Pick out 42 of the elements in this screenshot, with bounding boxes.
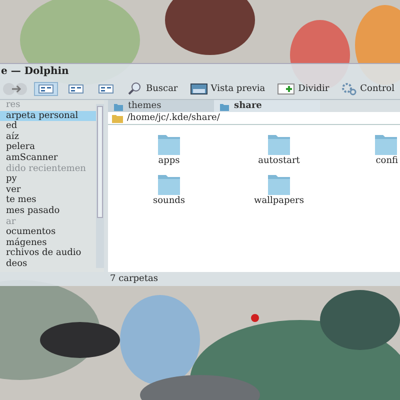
preview-button[interactable]: Vista previa (186, 83, 268, 95)
preview-icon (190, 83, 208, 95)
places-item[interactable]: mágenes (0, 238, 96, 248)
places-item[interactable]: te mes (0, 195, 96, 206)
vertical-scrollbar[interactable] (96, 104, 104, 268)
places-item[interactable]: ed (0, 121, 96, 132)
places-item[interactable]: amScanner (0, 152, 96, 164)
folder-name[interactable]: wallpapers (254, 196, 304, 206)
control-button[interactable]: Control (338, 82, 398, 96)
split-view-icon (277, 83, 296, 95)
window-title: e — Dolphin (0, 65, 70, 79)
folder-name[interactable]: sounds (152, 196, 185, 206)
search-button[interactable]: Buscar (124, 82, 181, 96)
back-forward-icon[interactable] (2, 82, 28, 96)
places-item[interactable]: rchivos de audio (0, 248, 96, 259)
folder-icon[interactable] (157, 173, 181, 195)
status-text: 7 carpetas (109, 273, 159, 286)
places-item[interactable]: py (0, 174, 96, 185)
tab[interactable]: themes (108, 100, 214, 112)
folder-icon[interactable] (267, 173, 291, 195)
places-item[interactable]: ver (0, 184, 96, 196)
folder-name[interactable]: apps (158, 156, 180, 166)
view-mode-button[interactable] (34, 82, 58, 96)
section-header: res (5, 100, 22, 111)
section-header: ar (5, 216, 17, 228)
split-button[interactable]: Dividir (274, 83, 332, 95)
places-item[interactable]: arpeta personal (0, 110, 96, 122)
folder-name[interactable]: autostart (258, 156, 300, 166)
folder-icon[interactable] (267, 133, 291, 155)
section-header: dido recientemen (5, 164, 87, 174)
folder-name[interactable]: confi (376, 156, 398, 166)
places-item[interactable]: mes pasado (0, 206, 96, 217)
folder-icon[interactable] (374, 133, 398, 155)
places-item[interactable]: deos (0, 258, 96, 270)
settings-icon (341, 82, 358, 96)
places-item[interactable]: ocumentos (0, 227, 96, 238)
places-item[interactable]: pelera (0, 142, 96, 153)
places-item[interactable]: aíz (0, 132, 96, 142)
tab[interactable]: share (214, 100, 320, 112)
folder-icon[interactable] (157, 133, 181, 155)
search-icon (127, 82, 143, 96)
location-bar[interactable]: /home/jc/.kde/share/ (108, 112, 400, 125)
